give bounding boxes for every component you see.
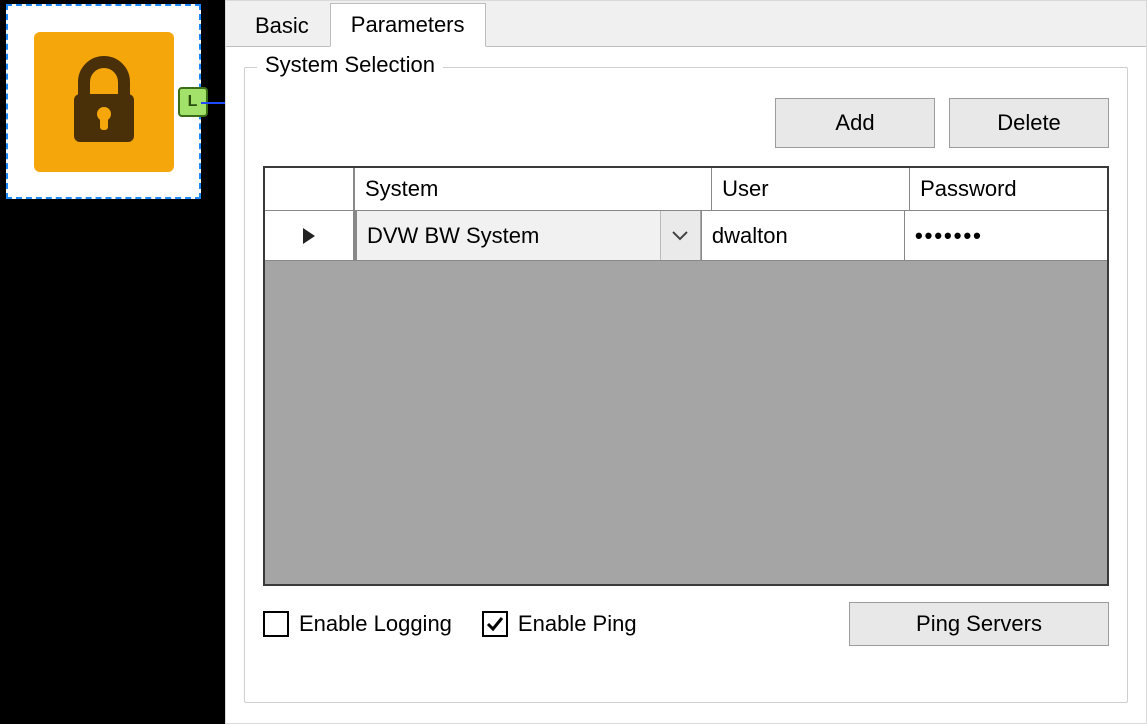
chevron-down-icon	[672, 231, 688, 241]
grid-header-password[interactable]: Password	[910, 168, 1107, 210]
system-dropdown-text: DVW BW System	[355, 211, 660, 260]
grid-row[interactable]: DVW BW System dwalton •••••••	[265, 211, 1107, 261]
grid-header-system[interactable]: System	[355, 168, 712, 210]
delete-button[interactable]: Delete	[949, 98, 1109, 148]
enable-ping-label: Enable Ping	[518, 611, 637, 637]
tab-parameters[interactable]: Parameters	[330, 3, 486, 47]
check-icon	[485, 614, 505, 634]
enable-ping-checkbox[interactable]: Enable Ping	[482, 611, 637, 637]
properties-panel: Basic Parameters System Selection Add De…	[225, 0, 1147, 724]
checkbox-box	[482, 611, 508, 637]
node-connector	[201, 102, 225, 104]
system-selection-group: System Selection Add Delete System User …	[244, 67, 1128, 703]
workflow-node[interactable]: L	[6, 4, 201, 199]
system-grid: System User Password DVW BW System	[263, 166, 1109, 586]
tab-content: System Selection Add Delete System User …	[226, 47, 1146, 723]
tab-basic[interactable]: Basic	[234, 4, 330, 47]
enable-logging-checkbox[interactable]: Enable Logging	[263, 611, 452, 637]
row-indicator[interactable]	[265, 211, 355, 260]
password-cell[interactable]: •••••••	[905, 211, 1107, 260]
bottom-row: Enable Logging Enable Ping Ping Servers	[263, 602, 1109, 646]
node-port-label: L	[188, 93, 198, 111]
system-dropdown[interactable]: DVW BW System	[355, 211, 701, 260]
grid-header-user[interactable]: User	[712, 168, 910, 210]
ping-servers-button[interactable]: Ping Servers	[849, 602, 1109, 646]
checkbox-box	[263, 611, 289, 637]
system-cell[interactable]: DVW BW System	[355, 211, 702, 260]
add-button[interactable]: Add	[775, 98, 935, 148]
tab-row: Basic Parameters	[226, 1, 1146, 47]
enable-logging-label: Enable Logging	[299, 611, 452, 637]
play-icon	[302, 227, 316, 245]
grid-header-selector	[265, 168, 355, 210]
user-cell[interactable]: dwalton	[702, 211, 905, 260]
fieldset-legend: System Selection	[257, 52, 443, 78]
system-dropdown-button[interactable]	[660, 211, 700, 260]
lock-icon: L	[34, 32, 174, 172]
button-row: Add Delete	[263, 98, 1109, 148]
grid-header: System User Password	[265, 168, 1107, 211]
